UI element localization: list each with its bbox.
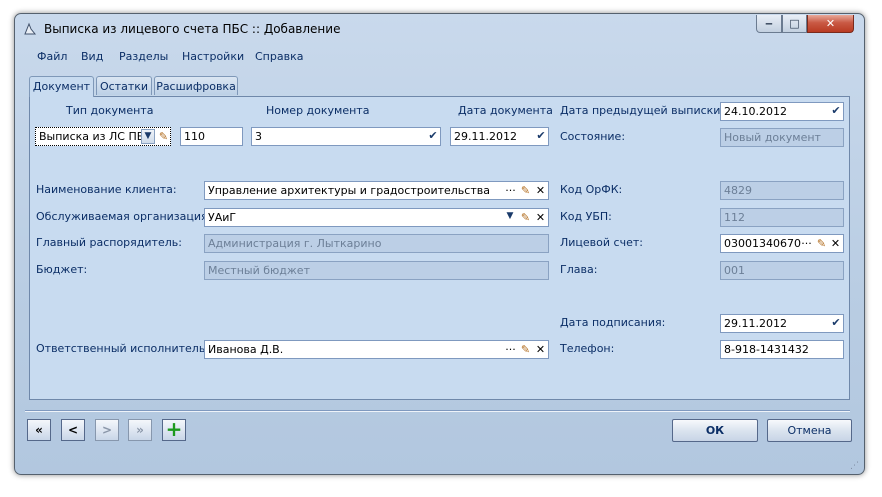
- ofk-label: Код ОрФК:: [560, 183, 623, 196]
- executor-field[interactable]: Иванова Д.В. ··· ✎ ✕: [204, 340, 549, 359]
- manager-label: Главный распорядитель:: [36, 236, 182, 249]
- ellipsis-icon[interactable]: ···: [503, 183, 518, 198]
- maximize-button[interactable]: □: [782, 15, 807, 33]
- next-record-button[interactable]: >: [95, 419, 119, 441]
- tab-breakdown[interactable]: Расшифровка: [154, 76, 238, 95]
- client-label: Наименование клиента:: [36, 183, 177, 196]
- menu-view[interactable]: Вид: [81, 50, 103, 63]
- doc-date-field[interactable]: 29.11.2012 ✔: [450, 127, 549, 146]
- budget-field: Местный бюджет: [204, 261, 549, 280]
- phone-label: Телефон:: [560, 342, 615, 355]
- phone-field[interactable]: 8-918-1431432: [720, 340, 844, 359]
- close-button[interactable]: ✕: [807, 15, 854, 33]
- last-record-button[interactable]: »: [128, 419, 152, 441]
- pencil-icon[interactable]: ✎: [518, 210, 533, 225]
- state-label: Состояние:: [560, 130, 626, 143]
- menu-sections[interactable]: Разделы: [119, 50, 168, 63]
- budget-label: Бюджет:: [36, 263, 88, 276]
- menu-file[interactable]: Файл: [37, 50, 67, 63]
- client-field[interactable]: Управление архитектуры и градостроительс…: [204, 181, 549, 200]
- ok-button[interactable]: ОК: [672, 419, 758, 442]
- clear-icon[interactable]: ✕: [533, 210, 548, 225]
- resize-grip-icon[interactable]: ⋰: [850, 460, 862, 472]
- chapter-label: Глава:: [560, 263, 598, 276]
- account-field[interactable]: 03001340670 ··· ✎ ✕: [720, 234, 844, 253]
- doc-type-select[interactable]: Выписка из ЛС ПБС ▼ ✎: [35, 127, 171, 146]
- pencil-icon[interactable]: ✎: [814, 236, 829, 251]
- tab-balances[interactable]: Остатки: [96, 76, 152, 95]
- sign-date-field[interactable]: 29.11.2012 ✔: [720, 314, 844, 333]
- checkmark-dropdown-icon[interactable]: ✔: [426, 129, 440, 144]
- ubp-field: 112: [720, 208, 844, 227]
- ubp-label: Код УБП:: [560, 210, 612, 223]
- doc-number-field[interactable]: 3 ✔: [251, 127, 441, 146]
- org-field[interactable]: УАиГ ▼ ✎ ✕: [204, 208, 549, 227]
- pencil-icon[interactable]: ✎: [518, 183, 533, 198]
- cancel-button[interactable]: Отмена: [767, 419, 852, 442]
- app-icon: [24, 22, 37, 35]
- org-label: Обслуживаемая организация:: [36, 210, 212, 223]
- calendar-dropdown-icon[interactable]: ✔: [534, 129, 548, 144]
- add-record-button[interactable]: +: [162, 419, 186, 441]
- menu-help[interactable]: Справка: [255, 50, 303, 63]
- clear-icon[interactable]: ✕: [533, 342, 548, 357]
- sign-date-label: Дата подписания:: [560, 316, 666, 329]
- close-icon: ✕: [825, 17, 836, 30]
- pencil-icon[interactable]: ✎: [518, 342, 533, 357]
- title-bar[interactable]: Выписка из лицевого счета ПБС :: Добавле…: [15, 14, 864, 44]
- tab-document[interactable]: Документ: [29, 76, 94, 97]
- doc-type-label: Тип документа: [66, 104, 154, 117]
- menu-settings[interactable]: Настройки: [182, 50, 244, 63]
- footer-divider: [25, 410, 850, 412]
- window-title: Выписка из лицевого счета ПБС :: Добавле…: [44, 22, 341, 36]
- dialog-window: Выписка из лицевого счета ПБС :: Добавле…: [14, 13, 865, 475]
- minimize-button[interactable]: ‒: [756, 15, 782, 33]
- doc-date-label: Дата документа: [458, 104, 553, 117]
- doc-number-label: Номер документа: [266, 104, 370, 117]
- prev-record-button[interactable]: <: [61, 419, 85, 441]
- calendar-dropdown-icon[interactable]: ✔: [829, 316, 843, 331]
- document-panel: Тип документа Номер документа Дата докум…: [29, 96, 850, 400]
- account-label: Лицевой счет:: [560, 236, 643, 249]
- minimize-icon: ‒: [765, 17, 773, 30]
- ofk-field: 4829: [720, 181, 844, 200]
- prev-date-label: Дата предыдущей выписки:: [560, 104, 725, 117]
- pencil-icon[interactable]: ✎: [156, 129, 171, 144]
- manager-field: Администрация г. Лыткарино: [204, 234, 549, 253]
- doc-code-field[interactable]: 110: [180, 127, 243, 146]
- chapter-field: 001: [720, 261, 844, 280]
- chevron-down-icon[interactable]: ▼: [141, 129, 155, 144]
- first-record-button[interactable]: «: [27, 419, 51, 441]
- clear-icon[interactable]: ✕: [533, 183, 548, 198]
- ellipsis-icon[interactable]: ···: [503, 342, 518, 357]
- ellipsis-icon[interactable]: ···: [799, 236, 814, 251]
- maximize-icon: □: [789, 17, 800, 30]
- calendar-dropdown-icon[interactable]: ✔: [829, 104, 843, 119]
- chevron-down-icon[interactable]: ▼: [503, 210, 517, 225]
- executor-label: Ответственный исполнитель:: [36, 342, 210, 355]
- prev-date-field[interactable]: 24.10.2012 ✔: [720, 102, 844, 121]
- clear-icon[interactable]: ✕: [828, 236, 843, 251]
- state-field: Новый документ: [720, 128, 844, 147]
